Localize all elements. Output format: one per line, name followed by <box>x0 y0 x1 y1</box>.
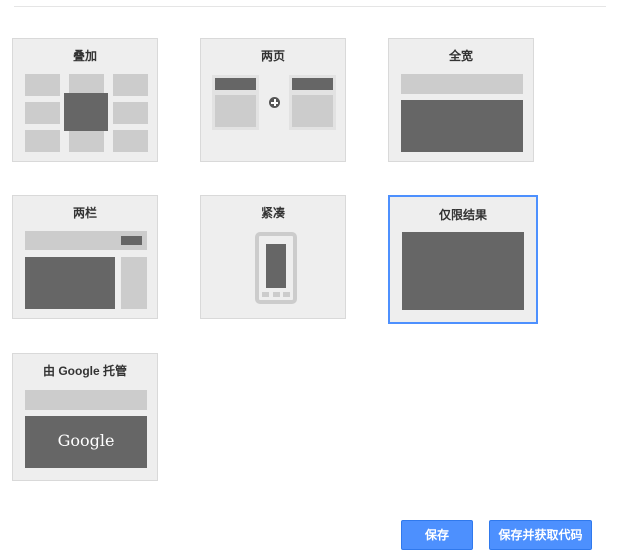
thumb-block <box>215 78 256 90</box>
layout-label-full-width: 全宽 <box>448 49 473 63</box>
google-logo: Google <box>57 431 115 450</box>
thumb-block <box>25 102 60 124</box>
thumb-block <box>69 130 104 152</box>
thumb-block <box>273 292 280 297</box>
thumb-block <box>113 102 148 124</box>
thumb-block <box>292 78 333 90</box>
thumb-block <box>215 95 256 127</box>
save-and-get-code-button[interactable]: 保存并获取代码 <box>489 520 592 550</box>
layout-label-compact: 紧凑 <box>260 206 285 220</box>
layout-label-results-only: 仅限结果 <box>438 208 487 222</box>
thumb-block <box>266 244 286 288</box>
thumb-page-right <box>289 75 336 130</box>
layout-label-overlay: 叠加 <box>72 49 97 63</box>
layout-option-overlay[interactable]: 叠加 <box>12 38 158 162</box>
layout-label-two-column: 两栏 <box>72 206 97 220</box>
layout-option-two-column[interactable]: 两栏 <box>12 195 158 319</box>
thumb-block <box>401 100 523 152</box>
thumb-block <box>25 130 60 152</box>
thumb-overlay-block <box>64 93 108 131</box>
thumb-block <box>401 74 523 94</box>
plus-icon <box>269 97 280 108</box>
thumb-block <box>113 130 148 152</box>
thumb-page-left <box>212 75 259 130</box>
layout-option-compact[interactable]: 紧凑 <box>200 195 346 319</box>
thumb-block <box>121 236 142 245</box>
layout-option-results-only[interactable]: 仅限结果 <box>388 195 538 324</box>
thumb-block <box>113 74 148 96</box>
thumb-block <box>25 390 147 410</box>
layout-option-two-page[interactable]: 两页 <box>200 38 346 162</box>
layout-label-two-page: 两页 <box>260 49 285 63</box>
thumb-block <box>25 74 60 96</box>
thumb-hosted-block: Google <box>25 416 147 468</box>
thumb-block <box>283 292 290 297</box>
layout-picker: 叠加 两页 全宽 两栏 紧凑 仅限结果 由 Google 托管 Google 保… <box>0 0 629 560</box>
thumb-results-block <box>402 232 524 310</box>
phone-icon <box>255 232 297 304</box>
thumb-block <box>262 292 269 297</box>
layout-option-google-hosted[interactable]: 由 Google 托管 Google <box>12 353 158 481</box>
thumb-block <box>121 257 147 309</box>
top-divider <box>14 6 606 7</box>
save-button[interactable]: 保存 <box>401 520 473 550</box>
thumb-block <box>292 95 333 127</box>
thumb-block <box>25 257 115 309</box>
layout-label-google-hosted: 由 Google 托管 <box>42 364 127 378</box>
layout-option-full-width[interactable]: 全宽 <box>388 38 534 162</box>
